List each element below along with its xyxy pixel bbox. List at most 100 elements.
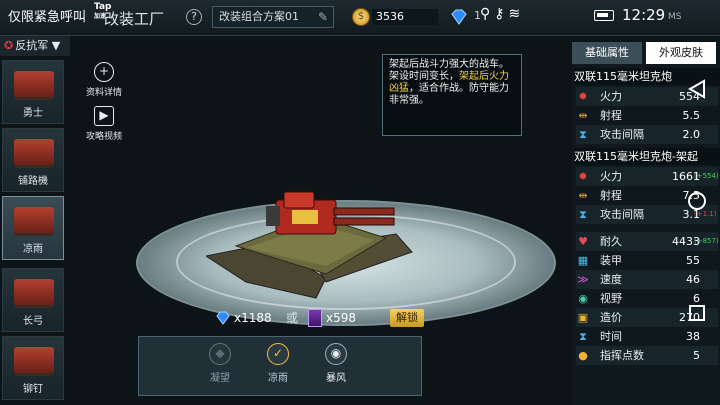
unit-label: 长弓	[23, 316, 43, 327]
unlock-button[interactable]: 解锁	[390, 309, 424, 327]
unit-card-longbow[interactable]: 长弓	[2, 268, 64, 332]
stat-label: 装甲	[600, 254, 622, 267]
diamond-icon	[451, 9, 467, 25]
stat-value: 5	[693, 349, 700, 362]
coin-count: 3536	[372, 9, 438, 25]
stat-row-speed: ≫ 速度 46	[576, 270, 718, 289]
zoom-in-icon: +	[94, 62, 114, 82]
unit-card-paver[interactable]: 铺路機	[2, 128, 64, 192]
stat-row-command-points: ● 指挥点数 5	[576, 346, 718, 365]
stat-value: 2.0	[682, 128, 701, 141]
tank-model[interactable]	[206, 186, 416, 306]
price-or: 或	[286, 311, 299, 325]
stat-value: 5.5	[682, 109, 701, 122]
clock: 12:29	[622, 6, 666, 24]
signal-label: MS	[668, 12, 682, 22]
unit-label: 铺路機	[18, 176, 48, 187]
details-label: 资料详情	[85, 88, 122, 98]
faction-label: 反抗军	[15, 39, 49, 52]
camo-option[interactable]: ✓ 凉雨	[253, 343, 303, 384]
deployed-section-title: 双联115毫米坦克炮-架起	[574, 148, 720, 165]
recents-nav-icon[interactable]	[686, 302, 708, 324]
stat-row-durability: ♥ 耐久 4433 (+857)	[576, 232, 719, 251]
stat-bonus: (+857)	[694, 237, 719, 245]
firepower-icon: ✸	[578, 90, 588, 103]
unit-label: 勇士	[23, 108, 43, 119]
camo-label: 凉雨	[268, 373, 288, 384]
unit-card-coolrain[interactable]: 凉雨	[2, 196, 64, 260]
diamond-icon	[216, 311, 230, 325]
edit-icon[interactable]: ✎	[318, 7, 328, 27]
help-button[interactable]: ?	[186, 9, 202, 25]
commander-icon: ●	[578, 349, 588, 362]
unit-label: 铆钉	[23, 384, 43, 395]
page-title: 改装工厂	[104, 10, 165, 28]
tab-attributes[interactable]: 基础属性	[572, 42, 642, 64]
range-icon: ⇹	[578, 189, 588, 202]
stat-value: 46	[686, 273, 700, 286]
stat-value: 38	[686, 330, 700, 343]
hourglass-icon: ⧗	[579, 330, 587, 343]
camo-label: 暴风	[326, 373, 346, 384]
unit-thumbnail	[14, 347, 54, 373]
video-button[interactable]: ▶ 攻略视频	[82, 106, 126, 142]
unit-description-tooltip: 架起后战斗力强大的战车。架设时间变长，架起后火力凶猛，适合作战。防守能力非常强。	[382, 54, 522, 136]
tab-skins[interactable]: 外观皮肤	[646, 42, 716, 64]
checkmark-icon: ✓	[267, 343, 289, 365]
home-nav-icon[interactable]	[686, 190, 708, 212]
unit-thumbnail	[14, 279, 54, 305]
coin-icon: $	[352, 8, 370, 26]
details-button[interactable]: + 资料详情	[82, 62, 126, 98]
stat-label: 射程	[600, 189, 622, 202]
card-icon	[308, 309, 322, 327]
system-icons: ⚲⚷≋	[480, 6, 524, 22]
unit-thumbnail	[14, 139, 54, 165]
range-icon: ⇹	[578, 109, 588, 122]
stat-bonus: (+554)	[694, 172, 719, 180]
hourglass-icon: ⧗	[579, 128, 587, 141]
stat-label: 指挥点数	[600, 349, 644, 362]
faction-star-icon: ✪	[4, 39, 14, 52]
camo-label: 凝望	[210, 373, 230, 384]
stat-row-firepower-deployed: ✸ 火力 1661 (+554)	[576, 167, 719, 186]
stat-label: 时间	[600, 330, 622, 343]
hourglass-icon: ⧗	[579, 208, 587, 221]
unit-label: 凉雨	[23, 244, 43, 255]
camo-icon: ◆	[209, 343, 231, 365]
unit-sidebar: 勇士 铺路機 凉雨 长弓 铆钉	[2, 60, 66, 405]
unit-thumbnail	[14, 71, 54, 97]
back-nav-icon[interactable]	[686, 78, 708, 100]
speed-icon: ≫	[577, 273, 589, 286]
camo-option[interactable]: ◉ 暴风	[311, 343, 361, 384]
stat-row-time: ⧗ 时间 38	[576, 327, 718, 346]
scheme-selector[interactable]: 改装组合方案01 ✎	[212, 6, 334, 28]
status-notification: 仅限紧急呼叫	[8, 10, 87, 25]
camo-option[interactable]: ◆ 凝望	[195, 343, 245, 384]
unit-thumbnail	[14, 207, 54, 233]
stat-label: 射程	[600, 109, 622, 122]
stat-label: 攻击间隔	[600, 128, 644, 141]
stat-label: 攻击间隔	[600, 208, 644, 221]
cost-icon: ▣	[577, 311, 589, 324]
unit-card-warrior[interactable]: 勇士	[2, 60, 64, 124]
stat-label: 速度	[600, 273, 622, 286]
stat-label: 火力	[600, 90, 622, 103]
camo-selector: ◆ 凝望 ✓ 凉雨 ◉ 暴风	[138, 336, 422, 396]
stat-label: 造价	[600, 311, 622, 324]
stat-label: 火力	[600, 170, 622, 183]
stat-label: 视野	[600, 292, 622, 305]
stat-row-range: ⇹ 射程 5.5	[576, 106, 718, 125]
card-price: x598	[326, 311, 357, 325]
wifi-icon: ≋	[508, 6, 525, 22]
play-icon: ▶	[94, 106, 114, 126]
unit-card-rivet[interactable]: 铆钉	[2, 336, 64, 400]
location-icon: ⚲	[480, 6, 495, 22]
firepower-icon: ✸	[578, 170, 588, 183]
panel-tabs: 基础属性 外观皮肤	[572, 42, 720, 64]
battery-icon	[594, 10, 614, 21]
video-label: 攻略视频	[85, 132, 122, 142]
armor-icon: ▦	[577, 254, 589, 267]
stat-row-armor: ▦ 装甲 55	[576, 251, 718, 270]
faction-selector[interactable]: ✪ 反抗军 ▼	[0, 36, 70, 56]
top-bar: 仅限紧急呼叫 Tap 加速 改装工厂 ? 改装组合方案01 ✎ $ 3536 1 …	[0, 0, 720, 36]
